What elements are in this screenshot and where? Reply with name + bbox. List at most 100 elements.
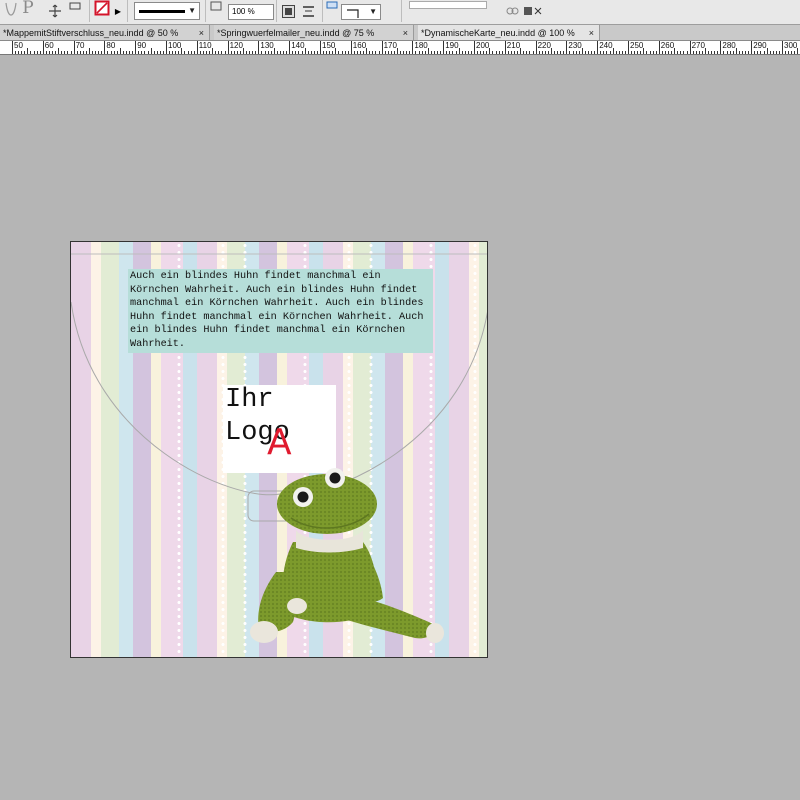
ruler-minor-tick bbox=[507, 51, 509, 54]
tab-label: *MappemitStiftverschluss_neu.indd @ 50 % bbox=[3, 27, 179, 38]
ruler-minor-tick bbox=[514, 51, 516, 54]
ruler-minor-tick bbox=[523, 51, 525, 54]
ruler-minor-tick bbox=[470, 51, 472, 54]
ruler-minor-tick bbox=[480, 51, 482, 54]
ruler-minor-tick bbox=[279, 51, 281, 54]
ruler-minor-tick bbox=[119, 48, 121, 54]
ruler-minor-tick bbox=[591, 51, 593, 54]
ruler-minor-tick bbox=[452, 51, 454, 54]
ruler-minor-tick bbox=[323, 51, 325, 54]
corner-options-dropdown[interactable]: ▼ bbox=[340, 1, 382, 23]
ruler-minor-tick bbox=[757, 51, 759, 54]
tab-close-icon[interactable]: × bbox=[403, 28, 408, 38]
ruler-minor-tick bbox=[680, 51, 682, 54]
ruler-minor-tick bbox=[664, 51, 666, 54]
frame-fitting-icon[interactable] bbox=[325, 0, 339, 16]
ruler-minor-tick bbox=[338, 51, 340, 54]
ruler-minor-tick bbox=[603, 51, 605, 54]
type-on-path-icon[interactable] bbox=[2, 0, 20, 22]
frog-photo[interactable] bbox=[71, 242, 488, 658]
vertical-justify-icon[interactable] bbox=[300, 0, 316, 22]
ruler-minor-tick bbox=[464, 51, 466, 54]
ruler-minor-tick bbox=[446, 51, 448, 54]
ruler-minor-tick bbox=[375, 51, 377, 54]
ruler-minor-tick bbox=[246, 51, 248, 54]
link-icon[interactable] bbox=[505, 0, 519, 22]
tab-mappemitstiftverschluss[interactable]: *MappemitStiftverschluss_neu.indd @ 50 %… bbox=[0, 25, 210, 40]
ruler-minor-tick bbox=[427, 48, 429, 54]
ruler-minor-tick bbox=[202, 51, 204, 54]
ruler-minor-tick bbox=[717, 51, 719, 54]
ruler-minor-tick bbox=[461, 51, 463, 54]
ruler-minor-tick bbox=[132, 51, 134, 54]
ruler-minor-tick bbox=[252, 51, 254, 54]
quick-apply-icon[interactable] bbox=[522, 0, 544, 22]
ruler-minor-tick bbox=[587, 51, 589, 54]
tab-close-icon[interactable]: × bbox=[199, 28, 204, 38]
stroke-weight-dropdown[interactable]: ▼ bbox=[133, 0, 201, 22]
ruler-minor-tick bbox=[631, 51, 633, 54]
ruler-minor-tick bbox=[341, 51, 343, 54]
ruler-label: 190 bbox=[445, 41, 459, 50]
ruler-minor-tick bbox=[655, 51, 657, 54]
ruler-label: 140 bbox=[291, 41, 305, 50]
tab-dynamischekarte[interactable]: *DynamischeKarte_neu.indd @ 100 % × bbox=[418, 25, 600, 40]
ruler-label: 70 bbox=[75, 41, 85, 50]
ruler-minor-tick bbox=[449, 51, 451, 54]
move-icon[interactable] bbox=[47, 0, 63, 22]
ruler-minor-tick bbox=[791, 51, 793, 54]
ruler-label: 110 bbox=[198, 41, 212, 50]
tab-close-icon[interactable]: × bbox=[589, 28, 594, 38]
ruler-minor-tick bbox=[600, 51, 602, 54]
ruler-minor-tick bbox=[538, 51, 540, 54]
ruler-minor-tick bbox=[409, 51, 411, 54]
tab-springwuerfelmailer[interactable]: *Springwuerfelmailer_neu.indd @ 75 % × bbox=[214, 25, 414, 40]
paragraph-style-icon[interactable]: P bbox=[20, 0, 36, 19]
document-page[interactable]: Auch ein blindes Huhn findet manchmal ei… bbox=[70, 241, 488, 658]
stroke-none-icon[interactable] bbox=[93, 0, 111, 19]
ruler-minor-tick bbox=[486, 51, 488, 54]
rotate-icon[interactable] bbox=[67, 0, 83, 17]
ruler-minor-tick bbox=[79, 51, 81, 54]
ruler-minor-tick bbox=[766, 48, 768, 54]
scale-input[interactable]: 100 % bbox=[226, 1, 276, 23]
ruler-minor-tick bbox=[560, 51, 562, 54]
ruler-minor-tick bbox=[316, 51, 318, 54]
ruler-minor-tick bbox=[498, 51, 500, 54]
ruler-minor-tick bbox=[711, 51, 713, 54]
ruler-minor-tick bbox=[421, 51, 423, 54]
ruler-minor-tick bbox=[58, 48, 60, 54]
field-box[interactable] bbox=[408, 0, 488, 16]
ruler-major-tick bbox=[289, 41, 291, 54]
ruler-major-tick bbox=[443, 41, 445, 54]
ruler-minor-tick bbox=[671, 51, 673, 54]
ruler-minor-tick bbox=[578, 51, 580, 54]
horizontal-ruler[interactable]: 50 60 70 80 90 100 110 120 130 140 150 160 170 180 190… bbox=[0, 41, 800, 55]
ruler-major-tick bbox=[196, 41, 198, 54]
ruler-minor-tick bbox=[738, 51, 740, 54]
ruler-minor-tick bbox=[778, 51, 780, 54]
ruler-minor-tick bbox=[695, 51, 697, 54]
ruler-major-tick bbox=[227, 41, 229, 54]
stroke-flyout-icon[interactable]: ▶ bbox=[113, 0, 123, 22]
ruler-minor-tick bbox=[353, 51, 355, 54]
ruler-label: 280 bbox=[722, 41, 736, 50]
ruler-major-tick bbox=[566, 41, 568, 54]
ruler-minor-tick bbox=[541, 51, 543, 54]
ruler-major-tick bbox=[474, 41, 475, 54]
ruler-minor-tick bbox=[61, 51, 63, 54]
ruler-minor-tick bbox=[501, 51, 503, 54]
ruler-minor-tick bbox=[159, 51, 161, 54]
ruler-minor-tick bbox=[609, 51, 611, 54]
ruler-major-tick bbox=[350, 41, 352, 54]
ruler-minor-tick bbox=[175, 51, 177, 54]
align-center-icon[interactable] bbox=[280, 0, 296, 22]
ruler-minor-tick bbox=[532, 51, 534, 54]
ruler-major-tick bbox=[381, 41, 383, 54]
ruler-minor-tick bbox=[233, 51, 235, 54]
ruler-major-tick bbox=[258, 41, 260, 54]
ruler-minor-tick bbox=[646, 51, 648, 54]
ruler-minor-tick bbox=[624, 51, 626, 54]
ruler-major-tick bbox=[166, 41, 167, 54]
ruler-label: 180 bbox=[414, 41, 428, 50]
